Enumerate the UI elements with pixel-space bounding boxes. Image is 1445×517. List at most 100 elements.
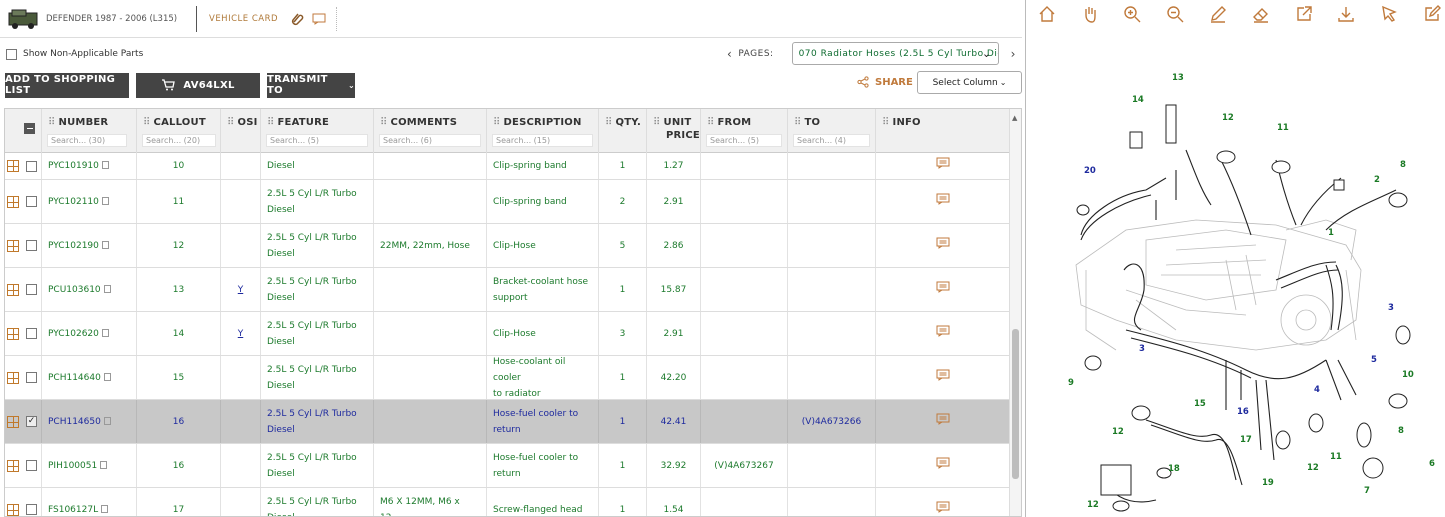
- callout-label[interactable]: 3: [1139, 344, 1145, 354]
- callout-label[interactable]: 2: [1374, 175, 1380, 185]
- row-checkbox[interactable]: [26, 328, 37, 339]
- table-row[interactable]: PYC101910 10 Diesel Clip-spring band 1 1.27: [5, 153, 1010, 180]
- expand-row-icon[interactable]: [7, 195, 19, 208]
- table-row[interactable]: PCU103610 13 Y 2.5L 5 Cyl L/R Turbo Diesel Br…: [5, 268, 1010, 312]
- expand-row-icon[interactable]: [7, 239, 19, 252]
- non-applicable-checkbox[interactable]: [6, 48, 17, 60]
- comment-icon[interactable]: [308, 8, 330, 30]
- comment-icon[interactable]: [936, 325, 950, 337]
- row-checkbox[interactable]: [26, 372, 37, 383]
- callout-label[interactable]: 14: [1132, 95, 1144, 105]
- callout-label[interactable]: 15: [1194, 399, 1206, 409]
- callout-label[interactable]: 9: [1068, 378, 1074, 388]
- cell-number[interactable]: PCU103610: [42, 268, 137, 311]
- comment-icon[interactable]: [936, 157, 950, 169]
- column-feature[interactable]: ⠿ FEATURE Search... (5): [261, 109, 374, 153]
- callout-label[interactable]: 6: [1429, 459, 1435, 469]
- cell-number[interactable]: PYC102190: [42, 224, 137, 267]
- cell-osi[interactable]: Y: [221, 312, 261, 355]
- scroll-thumb[interactable]: [1012, 329, 1019, 479]
- cell-number[interactable]: PYC102110: [42, 180, 137, 223]
- callout-label[interactable]: 8: [1398, 426, 1404, 436]
- table-row[interactable]: PIH100051 16 2.5L 5 Cyl L/R Turbo Diesel Hos…: [5, 444, 1010, 488]
- open-external-icon[interactable]: [1291, 2, 1317, 26]
- row-checkbox[interactable]: [26, 196, 37, 207]
- select-column-dropdown[interactable]: Select Column ⌄: [917, 71, 1022, 94]
- next-page-icon[interactable]: ›: [1011, 47, 1016, 61]
- comment-icon[interactable]: [936, 457, 950, 469]
- pencil-icon[interactable]: [1205, 2, 1231, 26]
- pan-hand-icon[interactable]: [1077, 2, 1103, 26]
- cell-number[interactable]: PYC101910: [42, 153, 137, 179]
- add-to-shopping-list-button[interactable]: ADD TO SHOPPING LIST: [5, 72, 129, 98]
- table-row[interactable]: PYC102110 11 2.5L 5 Cyl L/R Turbo Diesel Cli…: [5, 180, 1010, 224]
- vehicle-card-link[interactable]: VEHICLE CARD: [201, 14, 286, 24]
- cell-info[interactable]: [876, 356, 1010, 399]
- callout-label[interactable]: 17: [1240, 435, 1252, 445]
- cell-osi[interactable]: [221, 180, 261, 223]
- cell-osi[interactable]: [221, 224, 261, 267]
- table-row[interactable]: PYC102620 14 Y 2.5L 5 Cyl L/R Turbo Diesel Cl…: [5, 312, 1010, 356]
- cell-info[interactable]: [876, 180, 1010, 223]
- comments-search-input[interactable]: Search... (6): [379, 134, 481, 147]
- expand-row-icon[interactable]: [7, 415, 19, 428]
- scroll-up-icon[interactable]: ▲: [1012, 114, 1017, 122]
- expand-row-icon[interactable]: [7, 160, 19, 172]
- from-search-input[interactable]: Search... (5): [706, 134, 782, 147]
- row-checkbox[interactable]: [26, 240, 37, 251]
- number-search-input[interactable]: Search... (30): [47, 134, 127, 147]
- comment-icon[interactable]: [936, 237, 950, 249]
- expand-row-icon[interactable]: [7, 283, 19, 296]
- callout-label[interactable]: 8: [1400, 160, 1406, 170]
- feature-search-input[interactable]: Search... (5): [266, 134, 368, 147]
- zoom-out-icon[interactable]: [1162, 2, 1188, 26]
- edit-note-icon[interactable]: [1419, 2, 1445, 26]
- osi-value[interactable]: Y: [238, 285, 244, 295]
- callout-label[interactable]: 18: [1168, 464, 1180, 474]
- column-number[interactable]: ⠿ NUMBER Search... (30): [42, 109, 137, 153]
- callout-label[interactable]: 5: [1371, 355, 1377, 365]
- description-search-input[interactable]: Search... (15): [492, 134, 593, 147]
- expand-row-icon[interactable]: [7, 459, 19, 472]
- copy-icon[interactable]: [101, 161, 109, 169]
- cell-info[interactable]: [876, 224, 1010, 267]
- cell-number[interactable]: PIH100051: [42, 444, 137, 487]
- callout-label[interactable]: 12: [1307, 463, 1319, 473]
- column-unit-price[interactable]: ⠿ UNIT PRICE: [647, 109, 701, 153]
- row-checkbox[interactable]: [26, 504, 37, 515]
- expand-row-icon[interactable]: [7, 327, 19, 340]
- callout-label[interactable]: 11: [1277, 123, 1289, 133]
- shopping-cart-button[interactable]: AV64LXL: [136, 72, 260, 98]
- callout-label[interactable]: 3: [1388, 303, 1394, 313]
- select-pointer-icon[interactable]: [1376, 2, 1402, 26]
- download-icon[interactable]: [1334, 2, 1360, 26]
- share-button[interactable]: SHARE: [857, 76, 913, 88]
- cell-info[interactable]: [876, 312, 1010, 355]
- cell-info[interactable]: [876, 400, 1010, 443]
- cell-osi[interactable]: [221, 400, 261, 443]
- cell-info[interactable]: [876, 488, 1010, 516]
- callout-label[interactable]: 12: [1112, 427, 1124, 437]
- row-checkbox[interactable]: ✓: [26, 416, 37, 427]
- callout-search-input[interactable]: Search... (20): [142, 134, 216, 147]
- callout-label[interactable]: 20: [1084, 166, 1096, 176]
- cell-osi[interactable]: [221, 488, 261, 516]
- cell-osi[interactable]: Y: [221, 268, 261, 311]
- comment-icon[interactable]: [936, 193, 950, 205]
- copy-icon[interactable]: [101, 240, 109, 249]
- copy-icon[interactable]: [103, 372, 111, 381]
- callout-label[interactable]: 1: [1328, 228, 1334, 238]
- to-search-input[interactable]: Search... (4): [793, 134, 870, 147]
- callout-label[interactable]: 16: [1237, 407, 1249, 417]
- row-checkbox[interactable]: [26, 284, 37, 295]
- callout-label[interactable]: 11: [1330, 452, 1342, 462]
- copy-icon[interactable]: [101, 504, 109, 513]
- eraser-icon[interactable]: [1248, 2, 1274, 26]
- table-row[interactable]: ✓ PCH114650 16 2.5L 5 Cyl L/R Turbo Diesel Ho…: [5, 400, 1010, 444]
- row-checkbox[interactable]: [26, 160, 37, 172]
- column-description[interactable]: ⠿ DESCRIPTION Search... (15): [487, 109, 599, 153]
- table-row[interactable]: PYC102190 12 2.5L 5 Cyl L/R Turbo Diesel 22M…: [5, 224, 1010, 268]
- cell-info[interactable]: [876, 444, 1010, 487]
- comment-icon[interactable]: [936, 369, 950, 381]
- zoom-in-icon[interactable]: [1120, 2, 1146, 26]
